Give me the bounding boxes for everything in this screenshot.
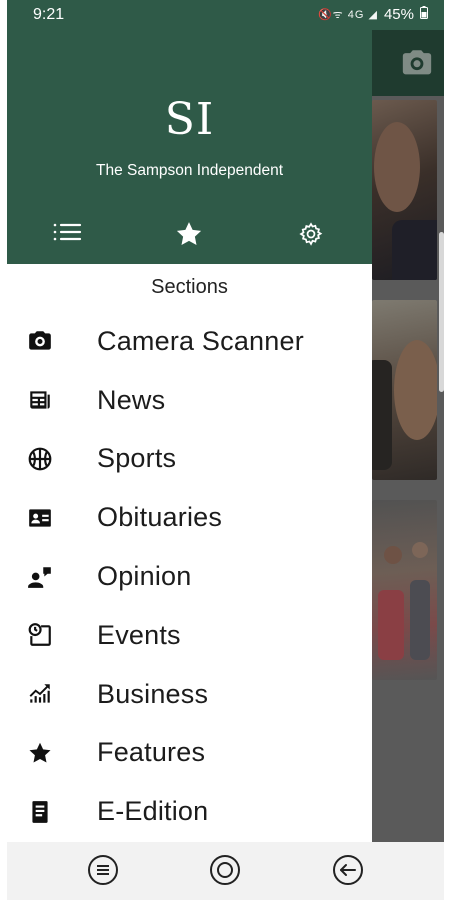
menu-item-label: Business <box>97 678 209 709</box>
contact-card-icon <box>26 504 54 532</box>
camera-icon <box>400 46 434 80</box>
article-thumbnail <box>372 300 437 480</box>
status-time: 9:21 <box>33 6 65 23</box>
drawer-header: SI The Sampson Independent <box>7 30 372 264</box>
tab-list[interactable] <box>43 216 91 256</box>
system-nav-bar <box>7 842 444 900</box>
menu-item-news[interactable]: News <box>7 371 372 430</box>
article-thumbnail <box>372 500 437 680</box>
person-speech-icon <box>26 563 54 591</box>
menu-item-label: Obituaries <box>97 502 223 533</box>
sections-menu: Camera Scanner News Sports Obituaries Op… <box>7 312 372 841</box>
menu-item-camera-scanner[interactable]: Camera Scanner <box>7 312 372 371</box>
menu-item-opinion[interactable]: Opinion <box>7 547 372 606</box>
newspaper-icon <box>26 386 54 414</box>
document-icon <box>26 798 54 826</box>
menu-item-label: Sports <box>97 443 177 474</box>
status-bar: 9:21 🔇ᯤ 4G ◢ 45% <box>7 0 444 30</box>
menu-item-label: News <box>97 384 166 415</box>
tab-settings[interactable] <box>287 216 335 256</box>
status-right: 🔇ᯤ 4G ◢ 45% <box>318 6 428 23</box>
menu-item-label: E-Edition <box>97 796 209 827</box>
menu-item-label: Features <box>97 737 206 768</box>
star-icon <box>174 219 204 254</box>
recent-apps-icon <box>86 853 120 892</box>
menu-item-sports[interactable]: Sports <box>7 430 372 489</box>
gear-icon <box>298 221 324 252</box>
menu-item-label: Opinion <box>97 561 192 592</box>
phone-screen: 9:21 🔇ᯤ 4G ◢ 45% SI The Sampson Independ… <box>7 0 444 900</box>
trending-up-chart-icon <box>26 680 54 708</box>
menu-item-business[interactable]: Business <box>7 665 372 724</box>
paper-name: The Sampson Independent <box>96 162 283 179</box>
home-icon <box>208 853 242 892</box>
menu-item-label: Camera Scanner <box>97 325 304 356</box>
app-logo: SI <box>164 94 215 145</box>
menu-item-features[interactable]: Features <box>7 724 372 783</box>
recent-apps-button[interactable] <box>85 854 121 890</box>
star-icon <box>26 739 54 767</box>
drawer-tabs <box>7 216 372 256</box>
menu-item-obituaries[interactable]: Obituaries <box>7 488 372 547</box>
battery-percent: 45% <box>383 6 414 23</box>
scroll-indicator <box>439 232 444 392</box>
camera-icon <box>26 327 54 355</box>
menu-item-e-edition[interactable]: E-Edition <box>7 782 372 841</box>
tab-favorites[interactable] <box>165 216 213 256</box>
calendar-clock-icon <box>26 621 54 649</box>
battery-icon <box>420 6 428 23</box>
home-button[interactable] <box>207 854 243 890</box>
article-thumbnail <box>372 100 437 280</box>
basketball-icon <box>26 445 54 473</box>
navigation-drawer: SI The Sampson Independent Sections Came… <box>7 30 372 842</box>
menu-item-events[interactable]: Events <box>7 606 372 665</box>
menu-item-label: Events <box>97 619 181 650</box>
sections-heading: Sections <box>151 276 228 298</box>
back-button[interactable] <box>330 854 366 890</box>
list-icon <box>52 221 82 252</box>
signal-icons: 🔇ᯤ 4G ◢ <box>317 9 378 21</box>
back-icon <box>331 853 365 892</box>
